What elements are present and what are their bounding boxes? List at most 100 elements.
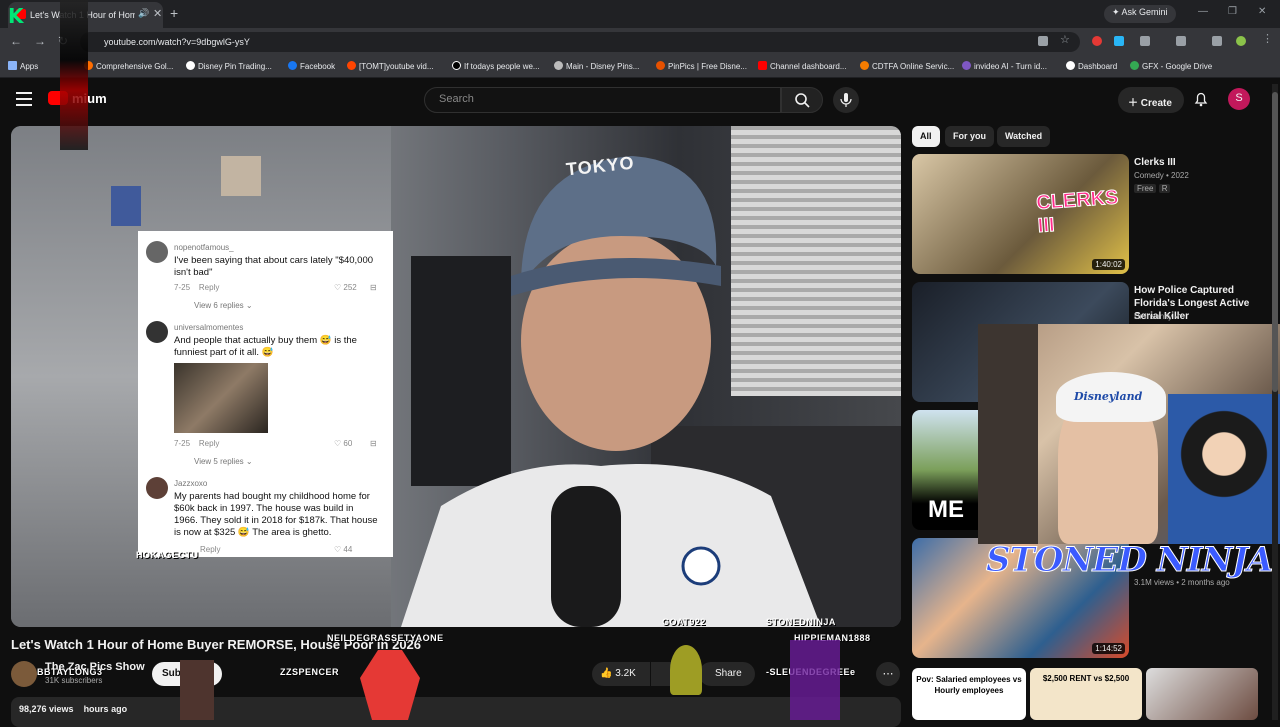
apps-grid-icon xyxy=(8,61,17,70)
bookmark-item[interactable]: Facebook xyxy=(288,61,335,71)
reply-link[interactable]: Reply xyxy=(199,283,219,292)
host-person-figure xyxy=(401,156,821,627)
share-button[interactable]: Share xyxy=(699,662,755,686)
more-actions-icon[interactable]: ⋯ xyxy=(876,662,900,686)
bookmark-label: Disney Pin Trading... xyxy=(198,62,272,71)
extension-blue-icon[interactable] xyxy=(1114,36,1124,46)
bookmark-item[interactable]: CDTFA Online Servic... xyxy=(860,61,954,71)
bookmark-label: PinPics | Free Disne... xyxy=(668,62,747,71)
reddit-icon xyxy=(347,61,356,70)
free-badge: Free xyxy=(1134,184,1157,193)
rating-badge: R xyxy=(1158,184,1171,193)
bookmarks-bar: Apps Comprehensive Gol... Disney Pin Tra… xyxy=(0,56,1280,78)
bookmark-favicon-icon xyxy=(554,61,563,70)
chip-for-you[interactable]: For you xyxy=(945,126,994,147)
reply-link[interactable]: Reply xyxy=(200,545,220,554)
forward-icon[interactable]: → xyxy=(34,34,46,48)
cast-icon[interactable] xyxy=(1038,36,1048,46)
comment-like[interactable]: ♡ 60 xyxy=(334,439,352,448)
microphone-icon xyxy=(840,93,852,107)
search-button[interactable] xyxy=(781,87,823,113)
video-thumbnail[interactable]: CLERKS III 1:40:02 xyxy=(912,154,1129,274)
notifications-button[interactable] xyxy=(1192,90,1210,108)
url-input[interactable]: youtube.com/watch?v=9dbgwlG-ysY xyxy=(80,32,1080,52)
chip-all[interactable]: All xyxy=(912,126,940,147)
bookmark-item[interactable]: Channel dashboard... xyxy=(758,61,847,71)
bookmark-label: Main - Disney Pins... xyxy=(566,62,640,71)
dislike-icon[interactable]: ⊟ xyxy=(370,283,377,292)
close-tab-icon[interactable]: ✕ xyxy=(153,7,162,20)
bookmark-apps[interactable]: Apps xyxy=(8,61,38,71)
facebook-icon xyxy=(288,61,297,70)
ask-gemini-button[interactable]: ✦ Ask Gemini xyxy=(1104,5,1176,23)
bookmark-label: GFX - Google Drive xyxy=(1142,62,1213,71)
bookmark-item[interactable]: Comprehensive Gol... xyxy=(84,61,173,71)
bookmark-label: If todays people we... xyxy=(464,62,540,71)
tiktok-icon xyxy=(452,61,461,70)
close-window-icon[interactable]: ✕ xyxy=(1258,6,1266,17)
menu-hamburger-icon[interactable] xyxy=(16,92,32,106)
comment-item: nopenotfamous_ I've been saying that abo… xyxy=(138,241,383,321)
subscriber-count: 31K subscribers xyxy=(45,676,103,685)
menu-kebab-icon[interactable]: ⋮ xyxy=(1262,32,1273,45)
reply-link[interactable]: Reply xyxy=(199,439,219,448)
recommended-video[interactable]: CLERKS III 1:40:02 Clerks III Comedy • 2… xyxy=(912,154,1272,274)
bookmark-item[interactable]: Dashboard xyxy=(1066,61,1117,71)
scrollbar-thumb[interactable] xyxy=(1272,92,1278,392)
speaker-icon[interactable]: 🔊 xyxy=(138,8,149,19)
comment-text: My parents had bought my childhood home … xyxy=(174,491,378,538)
bookmark-item[interactable]: [TOMT]youtube vid... xyxy=(347,61,434,71)
new-tab-button[interactable]: + xyxy=(170,5,178,21)
minimize-icon[interactable]: — xyxy=(1198,6,1208,17)
sidepanel-icon[interactable] xyxy=(1176,36,1186,46)
bookmark-star-icon[interactable]: ☆ xyxy=(1060,33,1070,46)
maximize-icon[interactable]: ❐ xyxy=(1228,6,1237,17)
bookmark-item[interactable]: invideo AI - Turn id... xyxy=(962,61,1047,71)
pixel-sprite xyxy=(180,660,214,720)
extensions-puzzle-icon[interactable] xyxy=(1140,36,1150,46)
media-icon[interactable] xyxy=(1212,36,1222,46)
bookmark-label: [TOMT]youtube vid... xyxy=(359,62,434,71)
create-button[interactable]: ＋ Create xyxy=(1118,87,1184,113)
video-title: Let's Watch 1 Hour of Home Buyer REMORSE… xyxy=(11,637,422,652)
bookmark-item[interactable]: Disney Pin Trading... xyxy=(186,61,272,71)
comments-overlay: nopenotfamous_ I've been saying that abo… xyxy=(138,231,393,557)
search-input[interactable]: Search xyxy=(424,87,781,113)
channel-avatar[interactable] xyxy=(11,661,37,687)
stream-overlay-name: STONEDNINJA xyxy=(766,617,836,627)
video-thumbnail[interactable] xyxy=(1146,668,1258,720)
badges: Free R xyxy=(1134,184,1171,193)
bookmark-item[interactable]: GFX - Google Drive xyxy=(1130,61,1212,71)
comment-like[interactable]: ♡ 252 xyxy=(334,283,357,292)
recommended-video[interactable]: Pov: Salaried employees vs Hourly employ… xyxy=(912,668,1272,720)
comment-image xyxy=(174,363,268,433)
search-icon xyxy=(795,93,810,108)
video-thumbnail[interactable]: Pov: Salaried employees vs Hourly employ… xyxy=(912,668,1026,720)
streamer-webcam: Disneyland xyxy=(978,324,1280,544)
comment-like[interactable]: ♡ 44 xyxy=(334,545,352,554)
bookmark-item[interactable]: If todays people we... xyxy=(452,61,540,71)
bookmark-favicon-icon xyxy=(656,61,665,70)
dislike-icon[interactable]: ⊟ xyxy=(370,439,377,448)
heart-icon: ♡ xyxy=(334,439,344,448)
extension-red-icon[interactable] xyxy=(1092,36,1102,46)
view-replies[interactable]: View 6 replies ⌄ xyxy=(194,301,253,310)
chip-watched[interactable]: Watched xyxy=(997,126,1051,147)
profile-icon[interactable] xyxy=(1236,36,1246,46)
like-button[interactable]: 👍 3.2K xyxy=(592,662,650,686)
description-box[interactable]: 98,276 views hours ago xyxy=(11,697,901,727)
voice-search-button[interactable] xyxy=(833,87,859,113)
comment-username: nopenotfamous_ xyxy=(174,243,234,252)
bookmark-item[interactable]: Main - Disney Pins... xyxy=(554,61,639,71)
account-avatar[interactable]: S xyxy=(1228,88,1250,110)
comment-username: universalmomentes xyxy=(174,323,244,332)
video-thumbnail[interactable]: $2,500 RENT vs $2,500 xyxy=(1030,668,1142,720)
bookmark-label: invideo AI - Turn id... xyxy=(974,62,1047,71)
bookmark-item[interactable]: PinPics | Free Disne... xyxy=(656,61,747,71)
stream-overlay-name: ZZSPENCER xyxy=(280,667,340,677)
thumbs-up-icon: 👍 xyxy=(600,668,616,679)
back-icon[interactable]: ← xyxy=(10,34,22,48)
view-replies[interactable]: View 5 replies ⌄ xyxy=(194,457,253,466)
comment-meta: 7-25 Reply xyxy=(174,283,219,292)
view-replies-label: View 5 replies xyxy=(194,457,244,466)
